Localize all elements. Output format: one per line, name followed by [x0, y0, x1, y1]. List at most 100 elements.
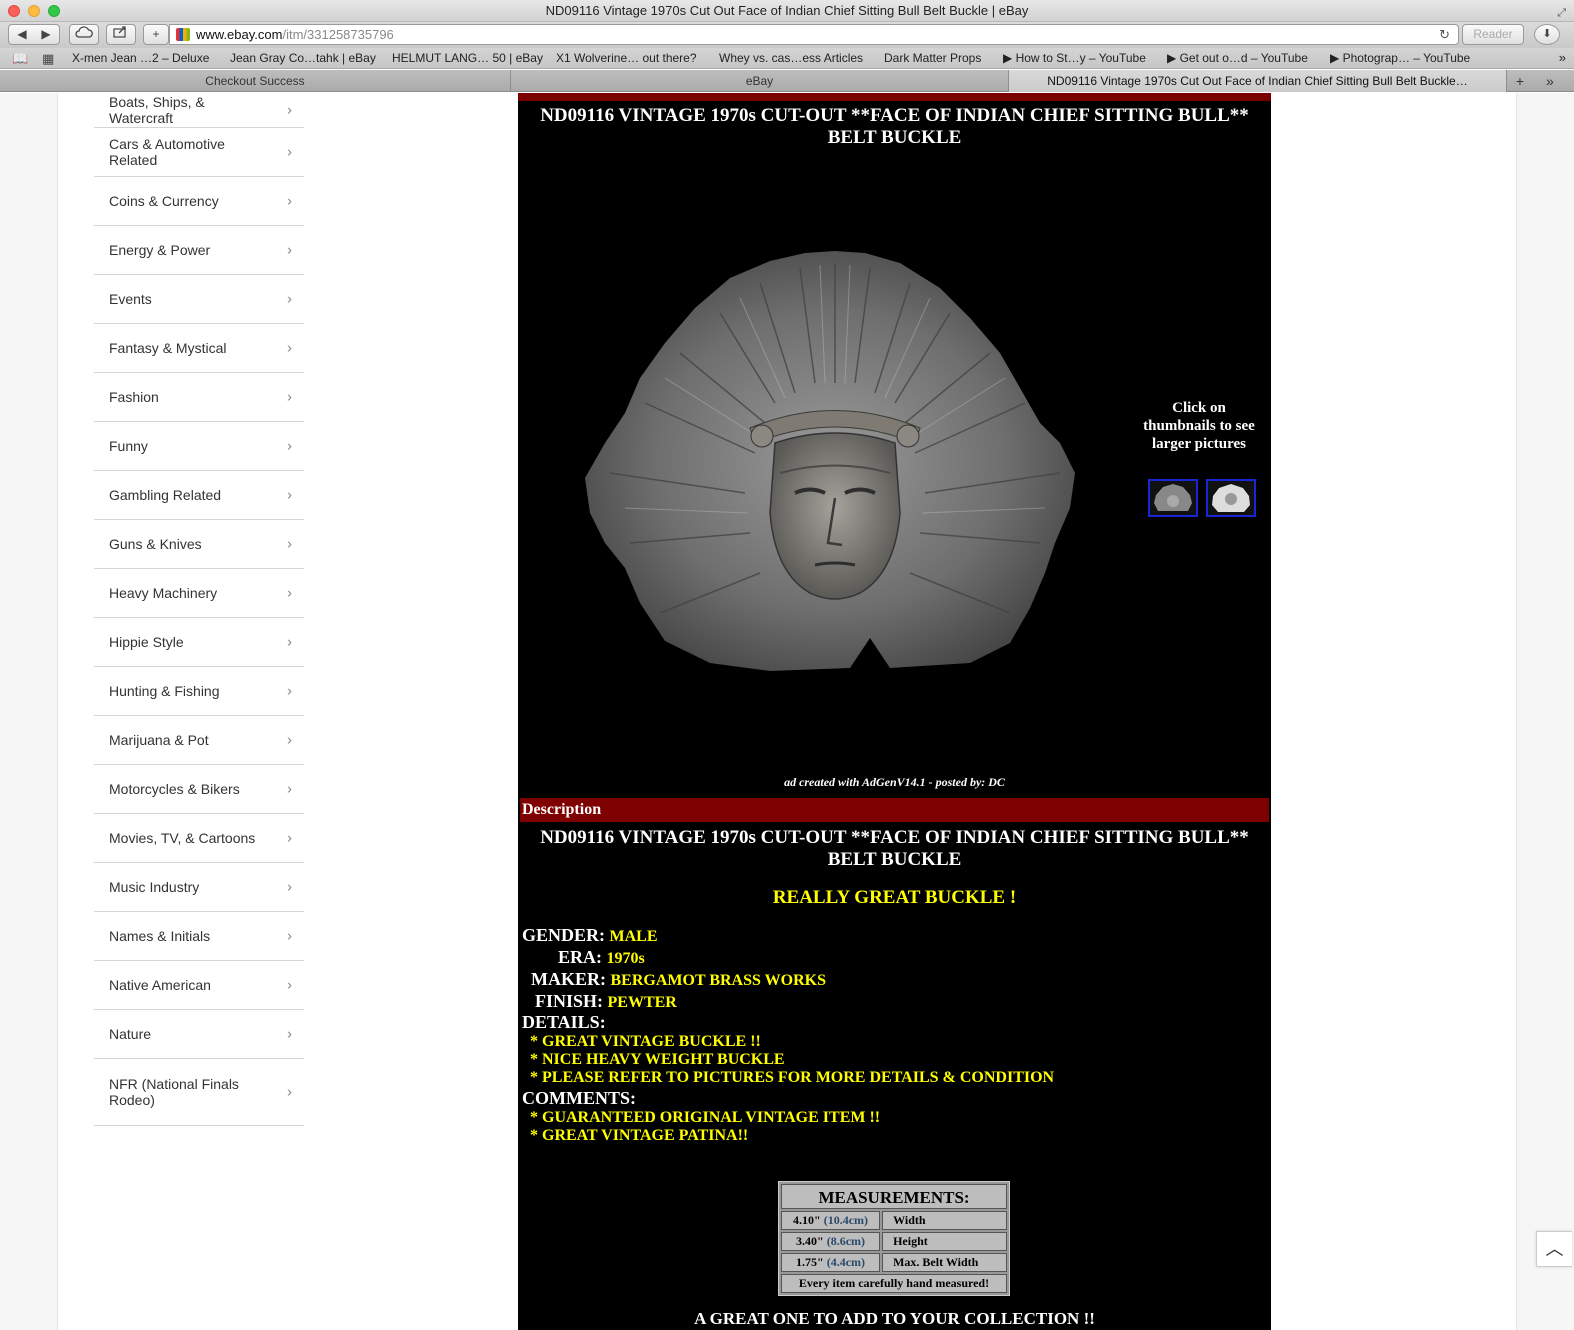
- chevron-right-icon: ›: [287, 290, 292, 308]
- spec-label: GENDER:: [522, 925, 606, 945]
- bookmark-item[interactable]: Jean Gray Co…tahk | eBay: [230, 51, 376, 65]
- main-product-photo[interactable]: [570, 243, 1100, 683]
- bookmark-item[interactable]: ▶ Photograp… – YouTube: [1330, 51, 1470, 65]
- tab-overflow-icon[interactable]: »: [1546, 70, 1554, 92]
- icloud-tabs-button[interactable]: [69, 24, 99, 45]
- sidebar-item[interactable]: Energy & Power ›: [94, 226, 304, 275]
- share-icon: [113, 26, 126, 38]
- sidebar-item[interactable]: Heavy Machinery ›: [94, 569, 304, 618]
- url-path: /itm/331258735796: [282, 27, 394, 42]
- share-button[interactable]: [106, 24, 136, 45]
- spec-maker: MAKER: BERGAMOT BRASS WORKS: [531, 969, 826, 990]
- bookmark-item[interactable]: Dark Matter Props: [884, 51, 981, 65]
- bookmark-item[interactable]: X1 Wolverine… out there?: [556, 51, 697, 65]
- page-margin-left: [0, 93, 58, 1330]
- sidebar-item[interactable]: NFR (National Finals Rodeo) ›: [94, 1059, 304, 1126]
- address-bar[interactable]: www.ebay.com/itm/331258735796 ↻: [169, 24, 1459, 45]
- sidebar-item[interactable]: Events ›: [94, 275, 304, 324]
- sidebar-item[interactable]: Native American ›: [94, 961, 304, 1010]
- bookmark-item[interactable]: ▶ How to St…y – YouTube: [1003, 51, 1146, 65]
- sidebar-item[interactable]: Music Industry ›: [94, 863, 304, 912]
- comment-item: * GUARANTEED ORIGINAL VINTAGE ITEM !!: [530, 1109, 881, 1126]
- cm-value: (10.4cm): [823, 1213, 869, 1227]
- tab-checkout-success[interactable]: Checkout Success: [0, 70, 511, 92]
- chevron-right-icon: ›: [287, 976, 292, 994]
- downloads-button[interactable]: ⬇: [1534, 24, 1560, 45]
- thumbnail-1[interactable]: [1148, 479, 1198, 517]
- sidebar-item-label: Fashion: [109, 389, 159, 405]
- sidebar-item-label: Fantasy & Mystical: [109, 340, 227, 356]
- reading-list-icon[interactable]: 📖: [12, 51, 28, 67]
- inch-value: 3.40": [796, 1234, 824, 1248]
- add-bookmark-button[interactable]: +: [143, 24, 169, 45]
- chevron-right-icon: ›: [287, 437, 292, 455]
- new-tab-button[interactable]: +: [1508, 71, 1532, 91]
- thumbnail-2-image: [1212, 484, 1250, 512]
- sidebar-item[interactable]: Coins & Currency ›: [94, 177, 304, 226]
- bookmark-item[interactable]: Whey vs. cas…ess Articles: [719, 51, 863, 65]
- sidebar-item-label: Heavy Machinery: [109, 585, 218, 601]
- bookmark-item[interactable]: X-men Jean …2 – Deluxe: [72, 51, 209, 65]
- back-icon[interactable]: ◀: [10, 25, 34, 44]
- chevron-right-icon: ›: [287, 101, 292, 119]
- sidebar-item-label: Native American: [109, 977, 211, 993]
- sidebar-item-label: Energy & Power: [109, 242, 211, 258]
- measurement-value: 4.10" (10.4cm): [781, 1211, 881, 1230]
- sidebar-item[interactable]: Fashion ›: [94, 373, 304, 422]
- chevron-right-icon: ›: [287, 584, 292, 602]
- sidebar-item-label: Events: [109, 291, 152, 307]
- spec-value: BERGAMOT BRASS WORKS: [610, 972, 826, 989]
- sidebar-item[interactable]: Hippie Style ›: [94, 618, 304, 667]
- sidebar-item-label: Marijuana & Pot: [109, 732, 209, 748]
- sidebar-item[interactable]: Nature ›: [94, 1010, 304, 1059]
- spec-label: ERA:: [558, 947, 602, 967]
- tab-listing[interactable]: ND09116 Vintage 1970s Cut Out Face of In…: [1009, 70, 1507, 92]
- chevron-right-icon: ›: [287, 143, 292, 161]
- scroll-to-top-button[interactable]: ︿: [1536, 1231, 1572, 1267]
- spec-era: ERA: 1970s: [558, 947, 645, 968]
- sidebar-item-label: Movies, TV, & Cartoons: [109, 830, 256, 846]
- chevron-right-icon: ›: [287, 878, 292, 896]
- tab-bar: Checkout Success eBay ND09116 Vintage 19…: [0, 70, 1574, 92]
- sidebar-item-label: Hunting & Fishing: [109, 683, 220, 699]
- chevron-right-icon: ›: [287, 388, 292, 406]
- fullscreen-icon[interactable]: ⤢: [1557, 2, 1566, 24]
- chevron-right-icon: ›: [287, 682, 292, 700]
- chevron-right-icon: ›: [287, 486, 292, 504]
- detail-item: * NICE HEAVY WEIGHT BUCKLE: [530, 1051, 785, 1068]
- spec-value: MALE: [609, 928, 658, 945]
- sidebar-item[interactable]: Movies, TV, & Cartoons ›: [94, 814, 304, 863]
- minimize-window-button[interactable]: [28, 5, 40, 17]
- sidebar-item-label: Guns & Knives: [109, 536, 202, 552]
- tagline: REALLY GREAT BUCKLE !: [772, 887, 1017, 908]
- sidebar-item[interactable]: Marijuana & Pot ›: [94, 716, 304, 765]
- top-sites-grid-icon[interactable]: ▦: [42, 51, 54, 67]
- chevron-right-icon: ›: [287, 829, 292, 847]
- sidebar-item[interactable]: Fantasy & Mystical ›: [94, 324, 304, 373]
- tab-ebay[interactable]: eBay: [511, 70, 1009, 92]
- sidebar-item[interactable]: Names & Initials ›: [94, 912, 304, 961]
- close-window-button[interactable]: [8, 5, 20, 17]
- forward-icon[interactable]: ▶: [34, 25, 58, 44]
- sidebar-item[interactable]: Boats, Ships, & Watercraft ›: [94, 93, 304, 128]
- zoom-window-button[interactable]: [48, 5, 60, 17]
- sidebar-item[interactable]: Funny ›: [94, 422, 304, 471]
- sidebar-item[interactable]: Guns & Knives ›: [94, 520, 304, 569]
- more-bookmarks-icon[interactable]: »: [1559, 50, 1566, 65]
- reload-icon[interactable]: ↻: [1439, 25, 1450, 44]
- bookmark-item[interactable]: HELMUT LANG… 50 | eBay: [392, 51, 543, 65]
- closing-line: A GREAT ONE TO ADD TO YOUR COLLECTION !!: [694, 1309, 1095, 1328]
- chevron-right-icon: ›: [287, 339, 292, 357]
- measurement-label: Width: [882, 1211, 1007, 1230]
- bookmark-item[interactable]: ▶ Get out o…d – YouTube: [1167, 51, 1308, 65]
- reader-button[interactable]: Reader: [1462, 24, 1524, 45]
- sidebar-item[interactable]: Cars & Automotive Related ›: [94, 128, 304, 177]
- sidebar-item[interactable]: Hunting & Fishing ›: [94, 667, 304, 716]
- sidebar-item[interactable]: Motorcycles & Bikers ›: [94, 765, 304, 814]
- measurements-title: MEASUREMENTS:: [781, 1184, 1007, 1209]
- detail-item: * PLEASE REFER TO PICTURES FOR MORE DETA…: [530, 1069, 1055, 1086]
- measurement-label: Height: [882, 1232, 1007, 1251]
- thumbnail-2[interactable]: [1206, 479, 1256, 517]
- back-forward-group: ◀ ▶: [8, 24, 60, 45]
- sidebar-item[interactable]: Gambling Related ›: [94, 471, 304, 520]
